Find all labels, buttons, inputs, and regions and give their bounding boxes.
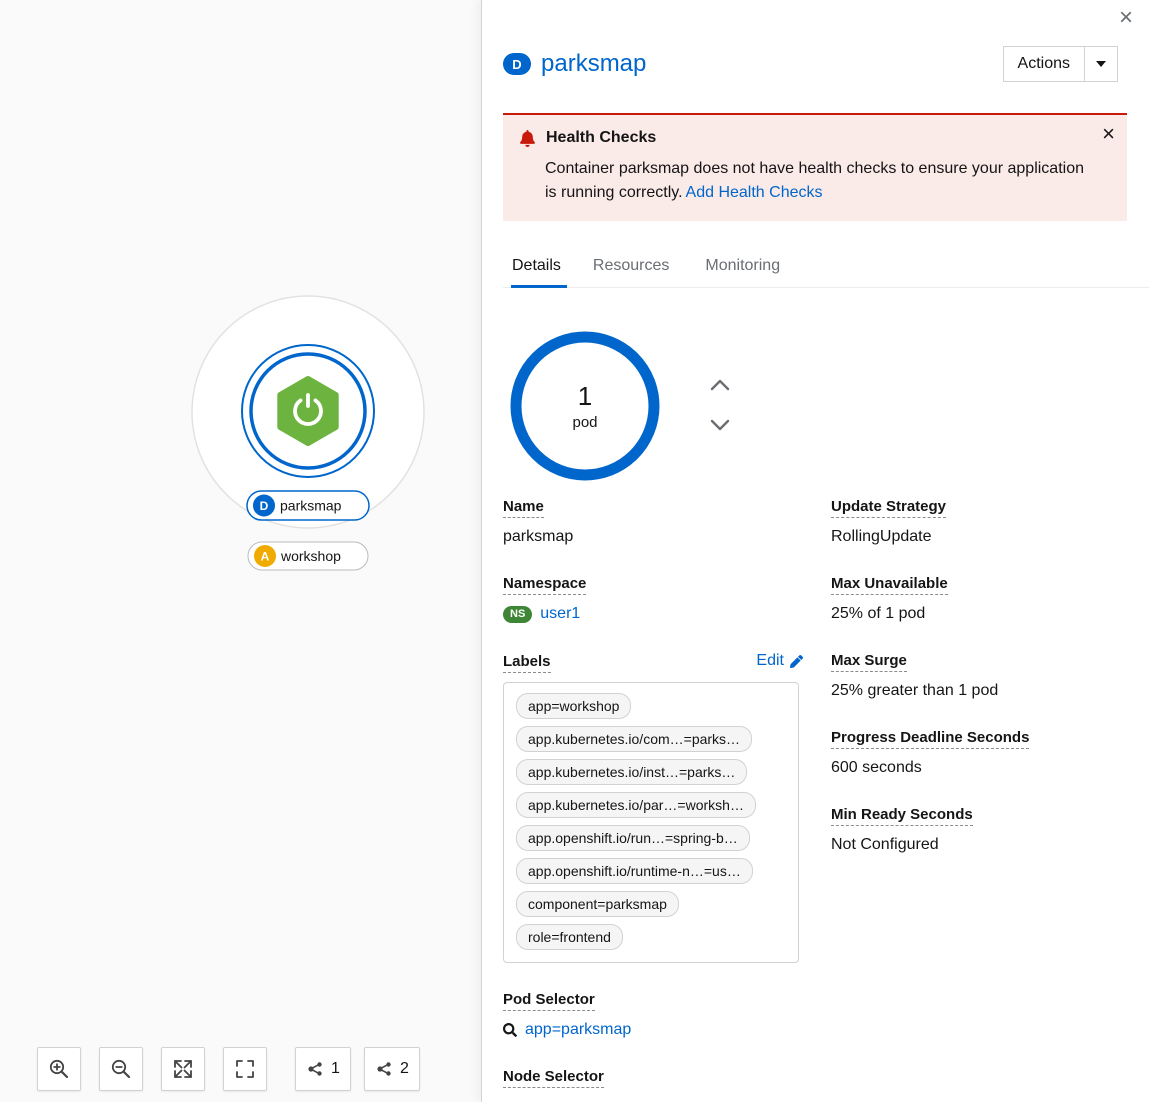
health-checks-alert: Health Checks × Container parksmap does … [503, 113, 1127, 221]
reset-view-button[interactable] [223, 1047, 267, 1091]
label-tag[interactable]: role=frontend [516, 924, 623, 950]
namespace-link[interactable]: user1 [540, 604, 580, 624]
max-unavailable-value: 25% of 1 pod [831, 605, 926, 622]
labels-edit-button[interactable]: Edit [756, 652, 803, 670]
scale-up-button[interactable] [702, 375, 738, 398]
label-tag[interactable]: app.kubernetes.io/com…=parks… [516, 726, 753, 752]
detail-max-surge: Max Surge 25% greater than 1 pod [831, 652, 1131, 701]
node-count-2: 2 [400, 1060, 409, 1077]
label-tag[interactable]: app.openshift.io/runtime-n…=us… [516, 858, 753, 884]
detail-namespace: Namespace NS user1 [503, 575, 811, 624]
max-surge-label: Max Surge [831, 652, 1131, 672]
pod-donut-section: 1 pod [510, 331, 1149, 481]
detail-node-selector: Node Selector [503, 1068, 811, 1088]
label-tag[interactable]: app=workshop [516, 693, 632, 719]
pod-selector-link[interactable]: app=parksmap [525, 1020, 631, 1040]
page-title[interactable]: parksmap [541, 50, 646, 78]
pod-scalers [702, 375, 738, 438]
details-left-column: Name parksmap Namespace NS user1 Labels … [503, 498, 811, 1102]
zoom-out-button[interactable] [99, 1047, 143, 1091]
app-root: D parksmap A workshop 1 2 × D parksmap A… [0, 0, 1149, 1102]
label-tag[interactable]: app.openshift.io/run…=spring-b… [516, 825, 750, 851]
workload-node[interactable] [241, 344, 375, 478]
details-grid: Name parksmap Namespace NS user1 Labels … [482, 481, 1149, 1102]
tab-bar: Details Resources Monitoring [503, 247, 1149, 288]
node-selector-label: Node Selector [503, 1068, 811, 1088]
label-tag[interactable]: app.kubernetes.io/par…=worksh… [516, 792, 756, 818]
namespace-label: Namespace [503, 575, 811, 595]
tab-resources[interactable]: Resources [575, 247, 687, 287]
node-count-1: 1 [331, 1060, 340, 1077]
application-badge-letter: A [261, 550, 270, 564]
labels-group: app=workshop app.kubernetes.io/com…=park… [503, 682, 799, 963]
chevron-up-icon [710, 379, 730, 390]
bell-icon [520, 129, 535, 147]
progress-deadline-value: 600 seconds [831, 759, 922, 776]
label-tag[interactable]: component=parksmap [516, 891, 679, 917]
topology-count-badges: 1 2 [295, 1047, 420, 1091]
zoom-in-icon [49, 1059, 69, 1079]
pod-count: 1 [578, 381, 592, 411]
graph-icon [377, 1062, 391, 1076]
node-label-pill[interactable]: D parksmap [246, 490, 370, 521]
actions-label: Actions [1017, 55, 1070, 72]
pencil-icon [790, 654, 803, 668]
scale-down-button[interactable] [702, 415, 738, 438]
topology-canvas[interactable]: D parksmap A workshop 1 2 [0, 0, 481, 1102]
namespace-badge: NS [503, 605, 533, 623]
alert-title: Health Checks [546, 129, 657, 146]
node-label: parksmap [280, 498, 342, 514]
zoom-out-icon [111, 1059, 131, 1079]
detail-name: Name parksmap [503, 498, 811, 547]
details-right-column: Update Strategy RollingUpdate Max Unavai… [831, 498, 1131, 1102]
name-label: Name [503, 498, 811, 518]
deployment-badge-letter: D [260, 499, 269, 513]
max-surge-value: 25% greater than 1 pod [831, 682, 999, 699]
topology-controls [37, 1047, 267, 1091]
min-ready-label: Min Ready Seconds [831, 806, 1131, 826]
node-count-badge-1[interactable]: 1 [295, 1047, 351, 1091]
expand-arrows-icon [174, 1060, 192, 1078]
graph-icon [308, 1062, 322, 1076]
tab-details[interactable]: Details [503, 247, 575, 288]
name-value: parksmap [503, 528, 574, 545]
chevron-down-icon [710, 419, 730, 430]
actions-dropdown[interactable]: Actions [1002, 46, 1118, 82]
tab-monitoring[interactable]: Monitoring [687, 247, 798, 287]
zoom-in-button[interactable] [37, 1047, 81, 1091]
search-icon [503, 1023, 517, 1037]
detail-labels: Labels Edit app=workshop app.kubernetes.… [503, 652, 811, 963]
progress-deadline-label: Progress Deadline Seconds [831, 729, 1131, 749]
chevron-down-icon [1085, 47, 1117, 81]
fit-to-screen-button[interactable] [161, 1047, 205, 1091]
close-icon[interactable]: × [1119, 6, 1133, 30]
detail-max-unavailable: Max Unavailable 25% of 1 pod [831, 575, 1131, 624]
fullscreen-icon [236, 1060, 254, 1078]
label-tag[interactable]: app.kubernetes.io/inst…=parks… [516, 759, 748, 785]
pod-unit: pod [572, 414, 597, 431]
labels-label: Labels [503, 652, 551, 673]
deployment-badge: D [503, 53, 531, 75]
panel-header: D parksmap Actions [482, 0, 1149, 82]
application-label-pill[interactable]: A workshop [247, 541, 369, 571]
detail-update-strategy: Update Strategy RollingUpdate [831, 498, 1131, 547]
application-label: workshop [280, 548, 341, 564]
update-strategy-label: Update Strategy [831, 498, 1131, 518]
details-side-panel: × D parksmap Actions Health Checks × Con… [481, 0, 1149, 1102]
pod-selector-label: Pod Selector [503, 991, 811, 1011]
update-strategy-value: RollingUpdate [831, 528, 932, 545]
alert-body: Container parksmap does not have health … [545, 157, 1093, 205]
min-ready-value: Not Configured [831, 836, 939, 853]
add-health-checks-link[interactable]: Add Health Checks [686, 184, 823, 201]
detail-min-ready: Min Ready Seconds Not Configured [831, 806, 1131, 855]
alert-close-icon[interactable]: × [1102, 123, 1115, 145]
max-unavailable-label: Max Unavailable [831, 575, 1131, 595]
node-count-badge-2[interactable]: 2 [364, 1047, 420, 1091]
pod-donut-chart[interactable]: 1 pod [510, 331, 660, 481]
spring-boot-icon [277, 376, 339, 446]
detail-pod-selector: Pod Selector app=parksmap [503, 991, 811, 1040]
detail-progress-deadline: Progress Deadline Seconds 600 seconds [831, 729, 1131, 778]
